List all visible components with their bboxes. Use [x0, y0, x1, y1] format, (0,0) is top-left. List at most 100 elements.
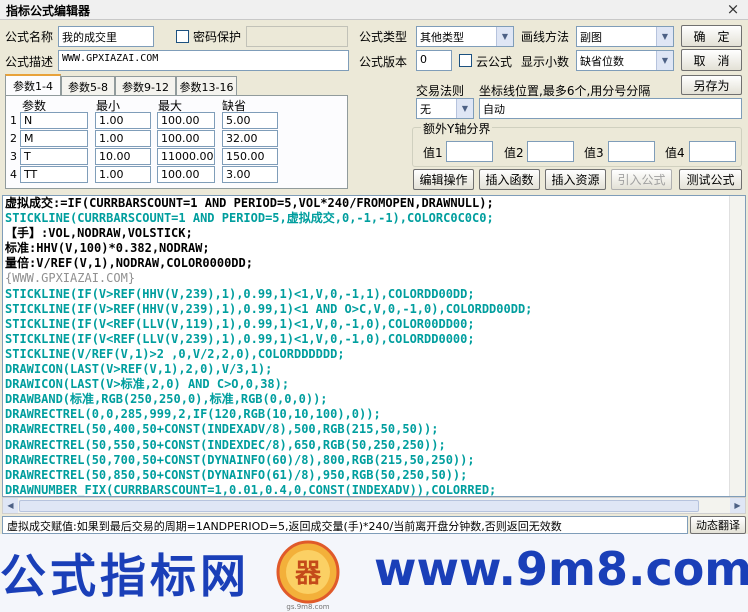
formula-name-input[interactable]: 我的成交里	[58, 26, 154, 47]
param-default-input[interactable]: 32.00	[222, 130, 278, 147]
tab-params-1-4[interactable]: 参数1-4	[5, 74, 61, 96]
y-value-3-input[interactable]	[608, 141, 655, 162]
code-line: DRAWRECTREL(50,400,50+CONST(INDEXADV/8),…	[5, 422, 439, 437]
tab-params-13-16[interactable]: 参数13-16	[176, 76, 237, 96]
window-title: 指标公式编辑器	[6, 4, 91, 18]
y-value-4-input[interactable]	[689, 141, 736, 162]
y-value-4-label: 值4	[665, 146, 685, 160]
code-line: DRAWRECTREL(50,550,50+CONST(INDEXDEC/8),…	[5, 437, 446, 452]
param-default-input[interactable]: 3.00	[222, 166, 278, 183]
code-lines: 虚拟成交:=IF(CURRBARSCOUNT=1 AND PERIOD=5,VO…	[5, 196, 533, 497]
y-value-1-label: 值1	[423, 146, 443, 160]
dynamic-translate-button[interactable]: 动态翻译	[690, 516, 746, 534]
param-default-input[interactable]: 150.00	[222, 148, 278, 165]
code-line: DRAWRECTREL(50,700,50+CONST(DYNAINFO(60)…	[5, 452, 475, 467]
import-formula-button[interactable]: 引入公式	[611, 169, 672, 190]
code-line: DRAWICON(LAST(V>REF(V,1),2,0),V/3,1);	[5, 362, 273, 377]
watermark-logo-icon: 器 gs.9m8.com	[276, 540, 340, 611]
code-line: STICKLINE(IF(V>REF(HHV(V,239),1),0.99,1)…	[5, 301, 533, 316]
insert-function-button[interactable]: 插入函数	[479, 169, 540, 190]
vertical-scrollbar[interactable]	[729, 196, 745, 496]
chevron-down-icon[interactable]: ▼	[656, 27, 673, 46]
param-min-input[interactable]: 10.00	[95, 148, 151, 165]
code-line: STICKLINE(V/REF(V,1)>2 ,0,V/2,2,0),COLOR…	[5, 346, 345, 361]
chevron-right-icon[interactable]: ▶	[730, 498, 745, 513]
watermark-logo-mark: 器	[294, 559, 322, 589]
watermark-site-name: 公式指标网	[0, 549, 250, 603]
code-line: STICKLINE(CURRBARSCOUNT=1 AND PERIOD=5,虚…	[5, 211, 494, 226]
password-input[interactable]	[246, 26, 348, 47]
trade-rule-value: 无	[420, 103, 431, 116]
formula-code-editor[interactable]: 虚拟成交:=IF(CURRBARSCOUNT=1 AND PERIOD=5,VO…	[2, 195, 746, 497]
chevron-down-icon[interactable]: ▼	[456, 99, 473, 118]
code-line: STICKLINE(IF(V<REF(LLV(V,239),1),0.99,1)…	[5, 331, 475, 346]
y-value-1-input[interactable]	[446, 141, 493, 162]
test-formula-button[interactable]: 测试公式	[679, 169, 742, 190]
chevron-left-icon[interactable]: ◀	[3, 498, 18, 513]
param-row-number: 4	[10, 168, 17, 181]
draw-method-select[interactable]: 副图 ▼	[576, 26, 674, 47]
formula-type-label: 公式类型	[359, 30, 408, 44]
chevron-down-icon[interactable]: ▼	[656, 51, 673, 70]
param-row-number: 3	[10, 150, 17, 163]
code-line: DRAWICON(LAST(V>标准,2,0) AND C>O,0,38);	[5, 377, 290, 392]
title-bar: 指标公式编辑器 ×	[0, 0, 748, 20]
trade-rule-select[interactable]: 无 ▼	[416, 98, 474, 119]
param-name-input[interactable]: TT	[20, 166, 88, 183]
password-checkbox[interactable]	[176, 30, 189, 43]
watermark-site-url: www.9m8.com	[374, 542, 748, 596]
formula-desc-label: 公式描述	[5, 55, 54, 69]
password-label: 密码保护	[193, 30, 242, 44]
chevron-down-icon[interactable]: ▼	[496, 27, 513, 46]
param-default-input[interactable]: 5.00	[222, 112, 278, 129]
tab-params-5-8[interactable]: 参数5-8	[61, 76, 115, 96]
coord-line-input[interactable]: 自动	[479, 98, 742, 119]
close-icon[interactable]: ×	[724, 0, 742, 18]
watermark-logo-url: gs.9m8.com	[286, 603, 329, 611]
param-max-input[interactable]: 100.00	[157, 166, 215, 183]
decimals-select[interactable]: 缺省位数 ▼	[576, 50, 674, 71]
code-line: {WWW.GPXIAZAI.COM}	[5, 271, 136, 286]
param-min-input[interactable]: 1.00	[95, 112, 151, 129]
param-row-number: 2	[10, 132, 17, 145]
code-line: 【手】:VOL,NODRAW,VOLSTICK;	[5, 226, 193, 241]
formula-type-select[interactable]: 其他类型 ▼	[416, 26, 514, 47]
code-line: DRAWNUMBER_FIX(CURRBARSCOUNT=1,0.01,0.4,…	[5, 482, 497, 497]
param-max-input[interactable]: 11000.00	[157, 148, 215, 165]
save-as-button[interactable]: 另存为	[681, 75, 742, 95]
horizontal-scrollbar[interactable]: ◀ ▶	[2, 497, 746, 514]
y-value-2-input[interactable]	[527, 141, 574, 162]
cloud-formula-label: 云公式	[476, 55, 513, 69]
param-name-input[interactable]: M	[20, 130, 88, 147]
extra-y-axis-label: 额外Y轴分界	[421, 120, 493, 137]
code-line: 标准:HHV(V,100)*0.382,NODRAW;	[5, 241, 210, 256]
decimals-value: 缺省位数	[580, 55, 624, 68]
scrollbar-thumb[interactable]	[19, 500, 699, 512]
code-line: 虚拟成交:=IF(CURRBARSCOUNT=1 AND PERIOD=5,VO…	[5, 196, 494, 210]
draw-method-value: 副图	[580, 31, 602, 44]
param-min-input[interactable]: 1.00	[95, 166, 151, 183]
cloud-formula-checkbox[interactable]	[459, 54, 472, 67]
draw-method-label: 画线方法	[521, 30, 570, 44]
param-max-input[interactable]: 100.00	[157, 112, 215, 129]
coord-line-label: 坐标线位置,最多6个,用分号分隔	[479, 84, 651, 98]
param-name-input[interactable]: N	[20, 112, 88, 129]
param-name-input[interactable]: T	[20, 148, 88, 165]
param-max-input[interactable]: 100.00	[157, 130, 215, 147]
code-line: DRAWRECTREL(50,850,50+CONST(DYNAINFO(61)…	[5, 467, 468, 482]
formula-name-label: 公式名称	[5, 30, 54, 44]
code-line: DRAWBAND(标准,RGB(250,250,0),标准,RGB(0,0,0)…	[5, 392, 328, 407]
param-row-number: 1	[10, 114, 17, 127]
formula-desc-input[interactable]: WWW.GPXIAZAI.COM	[58, 50, 349, 71]
insert-resource-button[interactable]: 插入资源	[545, 169, 606, 190]
formula-type-value: 其他类型	[420, 31, 464, 44]
edit-ops-button[interactable]: 编辑操作	[413, 169, 474, 190]
formula-version-input[interactable]: 0	[416, 50, 452, 71]
ok-button[interactable]: 确 定	[681, 25, 742, 47]
decimals-label: 显示小数	[521, 55, 570, 69]
tab-params-9-12[interactable]: 参数9-12	[115, 76, 176, 96]
cancel-button[interactable]: 取 消	[681, 49, 742, 71]
y-value-2-label: 值2	[504, 146, 524, 160]
param-min-input[interactable]: 1.00	[95, 130, 151, 147]
trade-rule-label: 交易法则	[416, 84, 465, 98]
